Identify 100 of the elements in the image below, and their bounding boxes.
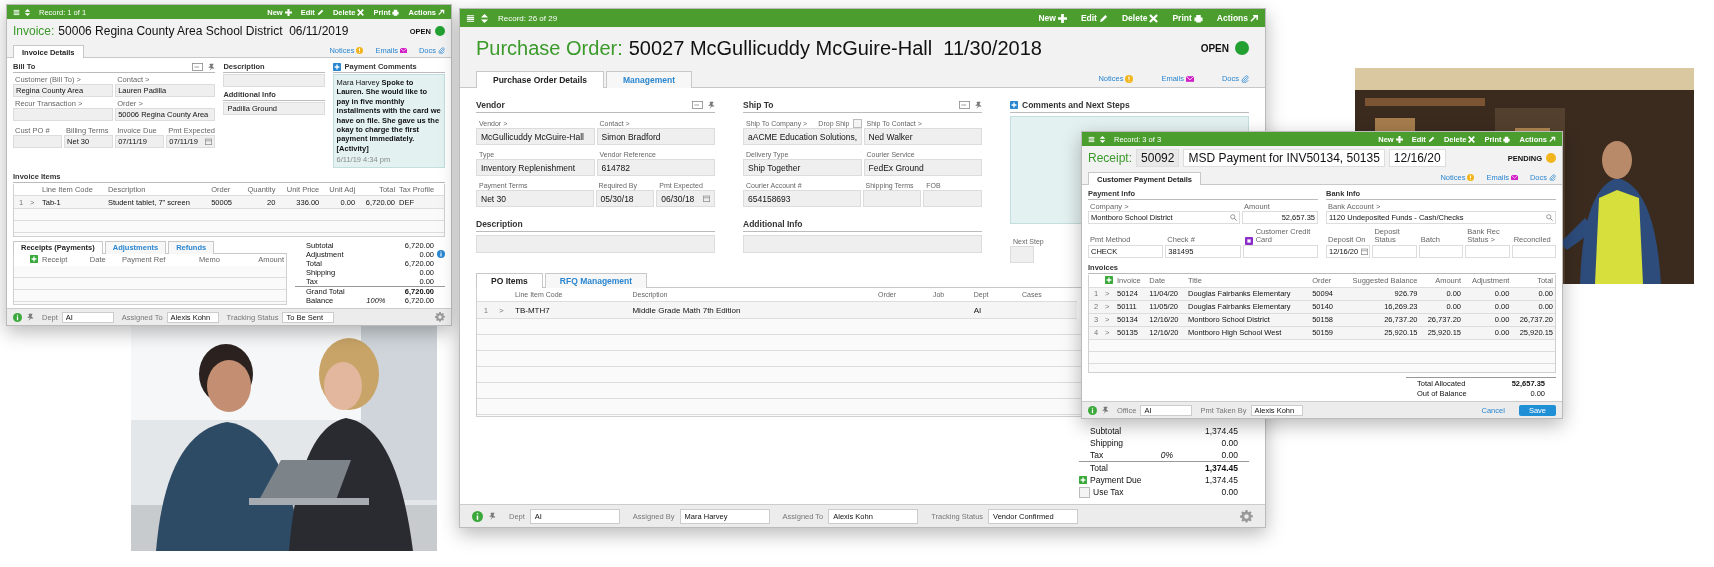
settings-icon[interactable] xyxy=(435,312,445,322)
add-icon[interactable] xyxy=(1079,476,1087,484)
text-field[interactable]: Net 30 xyxy=(476,190,594,207)
menu-icon[interactable] xyxy=(466,13,475,23)
record-type: Invoice: xyxy=(13,24,55,38)
total-value: 1,374.45 xyxy=(1203,463,1238,473)
add-icon[interactable] xyxy=(30,254,38,263)
text-field[interactable]: Simon Bradford xyxy=(596,128,715,145)
paperclip-icon xyxy=(438,47,445,54)
printer-icon xyxy=(392,8,400,16)
total-label: Total xyxy=(1090,463,1109,473)
cross-icon xyxy=(1468,135,1476,143)
title-field[interactable]: 12/16/20 xyxy=(1388,149,1446,167)
total-value: 0.00 xyxy=(1220,450,1238,460)
card-icon[interactable] xyxy=(959,101,970,109)
pencil-icon xyxy=(1427,135,1435,143)
total-label: Tax xyxy=(1090,450,1105,460)
text-field[interactable] xyxy=(862,190,922,207)
tab[interactable]: PO Items xyxy=(476,273,543,288)
sort-icon[interactable] xyxy=(1099,135,1106,143)
pin-icon[interactable] xyxy=(488,512,496,520)
menu-icon[interactable] xyxy=(1088,135,1095,143)
envelope-icon xyxy=(399,47,407,54)
tab[interactable]: RFQ Management xyxy=(544,273,648,288)
total-value: 1,374.45 xyxy=(1203,475,1238,485)
envelope-icon xyxy=(1185,74,1194,83)
add-icon[interactable] xyxy=(1105,275,1113,284)
pin-icon[interactable] xyxy=(707,101,715,109)
checkbox[interactable] xyxy=(1079,486,1090,498)
text-field[interactable]: Inventory Replenishment xyxy=(476,159,595,176)
paperclip-icon xyxy=(1241,74,1249,83)
section-heading: Ship To xyxy=(743,100,774,110)
total-value: 0.00 xyxy=(1220,487,1238,497)
table-cell: AI xyxy=(969,301,1019,319)
pin-icon[interactable] xyxy=(207,62,216,71)
card-icon[interactable] xyxy=(192,62,204,71)
section-heading: Description xyxy=(476,219,523,229)
status-label: OPEN xyxy=(1200,42,1229,54)
table-cell: TB-MTH7 xyxy=(511,301,629,319)
pencil-icon xyxy=(1098,13,1108,23)
cross-icon xyxy=(357,8,365,16)
arrow-icon xyxy=(1250,13,1259,23)
text-field[interactable]: McGullicuddy McGuire-Hall xyxy=(476,128,595,145)
section-heading: Additional Info xyxy=(743,219,803,229)
text-field[interactable] xyxy=(1465,244,1510,258)
text-field[interactable]: 05/30/18 xyxy=(595,190,655,207)
total-label: Subtotal xyxy=(1090,426,1123,436)
pencil-icon xyxy=(316,8,324,16)
calendar-icon[interactable] xyxy=(205,138,213,145)
search-icon[interactable] xyxy=(1230,214,1237,221)
text-field[interactable]: aACME Education Solutions, xyxy=(743,128,862,145)
add-icon[interactable] xyxy=(1010,101,1018,109)
arrow-icon xyxy=(438,8,445,16)
text-field[interactable]: 06/30/18 xyxy=(656,190,715,207)
printer-icon xyxy=(1193,13,1203,23)
tab[interactable]: Purchase Order Details xyxy=(476,71,604,88)
text-field[interactable]: 654158693 xyxy=(743,190,861,207)
title-field[interactable]: MSD Payment for INV50134, 50135 xyxy=(1183,149,1385,167)
text-field[interactable]: 614782 xyxy=(596,159,715,176)
alert-icon xyxy=(1125,74,1134,83)
pin-icon[interactable] xyxy=(26,313,34,321)
search-icon[interactable] xyxy=(1546,214,1553,221)
add-icon[interactable] xyxy=(332,62,341,71)
text-field[interactable] xyxy=(13,135,63,148)
text-field[interactable] xyxy=(1010,246,1034,263)
record-counter: Record: 26 of 29 xyxy=(498,13,558,23)
pin-icon[interactable] xyxy=(974,101,982,109)
text-field[interactable] xyxy=(923,190,982,207)
checkbox[interactable] xyxy=(852,119,862,128)
text-field[interactable] xyxy=(1511,244,1557,258)
card-icon xyxy=(1244,236,1253,245)
menu-icon[interactable] xyxy=(13,8,20,16)
total-value: 0.00 xyxy=(1220,438,1238,448)
card-icon[interactable] xyxy=(692,101,703,109)
total-label: Use Tax xyxy=(1093,487,1125,497)
info-icon[interactable] xyxy=(1088,405,1097,415)
info-icon[interactable] xyxy=(13,312,22,322)
tab[interactable]: Management xyxy=(606,71,692,88)
settings-icon[interactable] xyxy=(1240,509,1253,523)
title-field[interactable]: 50092 xyxy=(1136,149,1180,167)
sort-icon[interactable] xyxy=(24,8,31,16)
sort-icon[interactable] xyxy=(480,13,489,23)
calendar-icon[interactable] xyxy=(1361,247,1369,255)
text-field[interactable] xyxy=(1418,244,1464,258)
record-type: Receipt: xyxy=(1088,151,1133,165)
pin-icon[interactable] xyxy=(1101,406,1109,414)
info-icon[interactable] xyxy=(472,510,483,522)
info-icon[interactable] xyxy=(437,250,445,259)
section-heading: Comments and Next Steps xyxy=(1022,100,1130,110)
text-field[interactable]: Ned Walker xyxy=(863,128,982,145)
expand-marker[interactable]: > xyxy=(495,301,511,319)
total-label: Shipping xyxy=(1090,438,1125,448)
text-field[interactable]: FedEx Ground xyxy=(863,159,982,176)
arrow-icon xyxy=(1549,135,1556,143)
text-field[interactable] xyxy=(1242,244,1318,258)
text-field[interactable] xyxy=(13,108,114,121)
text-field[interactable]: Ship Together xyxy=(743,159,862,176)
calendar-icon[interactable] xyxy=(703,195,710,202)
table-cell: Middle Grade Math 7th Edition xyxy=(628,301,875,319)
text-field[interactable] xyxy=(1372,244,1417,258)
